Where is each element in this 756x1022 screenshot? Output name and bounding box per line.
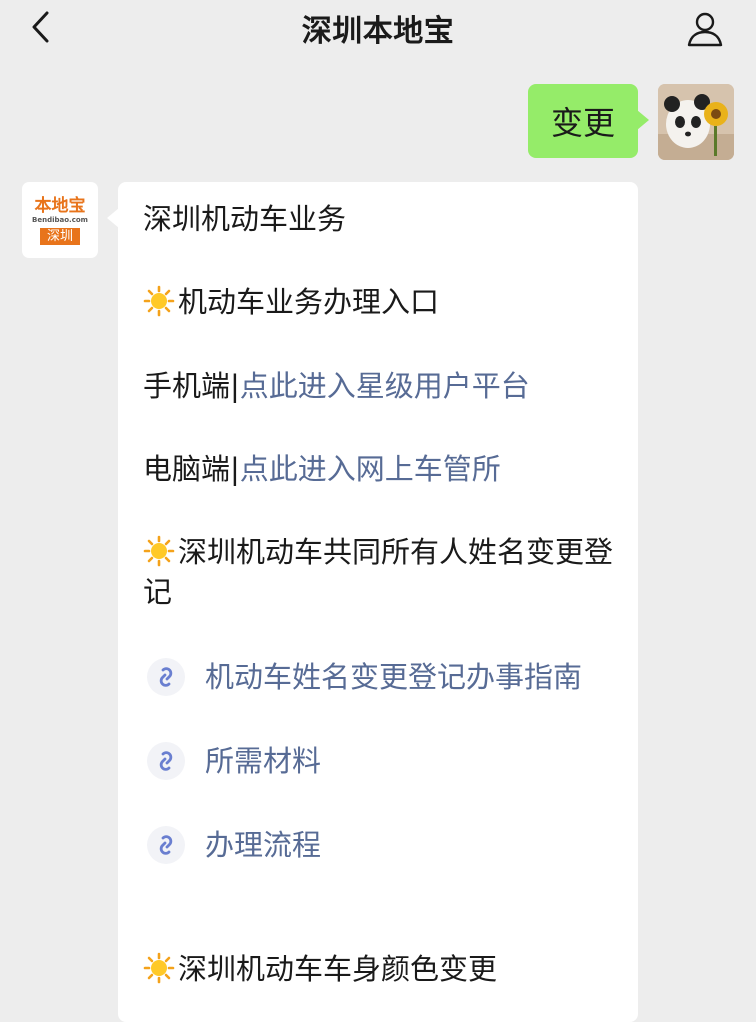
section-title-entry-text: 机动车业务办理入口: [178, 285, 440, 319]
link-icon: [147, 742, 185, 780]
mobile-label: 手机端: [143, 369, 231, 403]
section-title-color-change: 深圳机动车车身颜色变更: [143, 949, 497, 989]
mini-program-link-label: 办理流程: [205, 828, 322, 862]
separator: |: [230, 452, 240, 486]
user-avatar[interactable]: [658, 84, 734, 160]
official-account-avatar[interactable]: 本地宝 Bendibao.com 深圳: [22, 182, 98, 258]
pc-entry-row: 电脑端|点此进入网上车管所: [143, 449, 501, 489]
outgoing-message-text: 变更: [550, 104, 615, 142]
nav-bar: 深圳本地宝: [0, 0, 756, 56]
message-heading: 深圳机动车业务: [143, 202, 347, 236]
pc-label: 电脑端: [143, 452, 231, 486]
profile-button[interactable]: [684, 8, 726, 50]
logo-title: 本地宝: [34, 196, 86, 216]
separator: |: [230, 369, 240, 403]
mini-program-link-process[interactable]: 办理流程: [146, 825, 321, 865]
user-avatar-image: [658, 84, 734, 160]
mini-program-link-label: 所需材料: [205, 744, 322, 778]
online-vehicle-office-link[interactable]: 点此进入网上车管所: [240, 452, 501, 486]
logo-city: 深圳: [39, 228, 80, 245]
link-icon: [147, 658, 185, 696]
mini-program-link-label: 机动车姓名变更登记办事指南: [205, 660, 583, 694]
sun-emoji-icon: [143, 285, 175, 317]
page-title: 深圳本地宝: [301, 14, 455, 49]
person-icon: [687, 12, 723, 47]
outgoing-message-bubble[interactable]: 变更: [528, 84, 649, 158]
back-button[interactable]: [22, 9, 58, 45]
sun-emoji-icon: [143, 535, 175, 567]
link-icon: [147, 826, 185, 864]
section-title-entry: 机动车业务办理入口: [143, 282, 439, 322]
section-title-name-change-text: 深圳机动车共同所有人姓名变更登记: [143, 535, 614, 609]
star-user-platform-link[interactable]: 点此进入星级用户平台: [240, 369, 530, 403]
mini-program-link-guide[interactable]: 机动车姓名变更登记办事指南: [146, 657, 582, 697]
mini-program-link-materials[interactable]: 所需材料: [146, 741, 321, 781]
section-title-name-change: 深圳机动车共同所有人姓名变更登记: [143, 532, 623, 612]
logo-subtitle: Bendibao.com: [32, 216, 88, 224]
incoming-message-bubble: 深圳机动车业务 机动车业务办理入口 手机端|点此进入星级用户平台 电脑端|点此进…: [107, 182, 638, 1022]
mobile-entry-row: 手机端|点此进入星级用户平台: [143, 366, 530, 406]
section-title-color-change-text: 深圳机动车车身颜色变更: [178, 952, 498, 986]
sun-emoji-icon: [143, 952, 175, 984]
chevron-left-icon: [32, 11, 49, 43]
